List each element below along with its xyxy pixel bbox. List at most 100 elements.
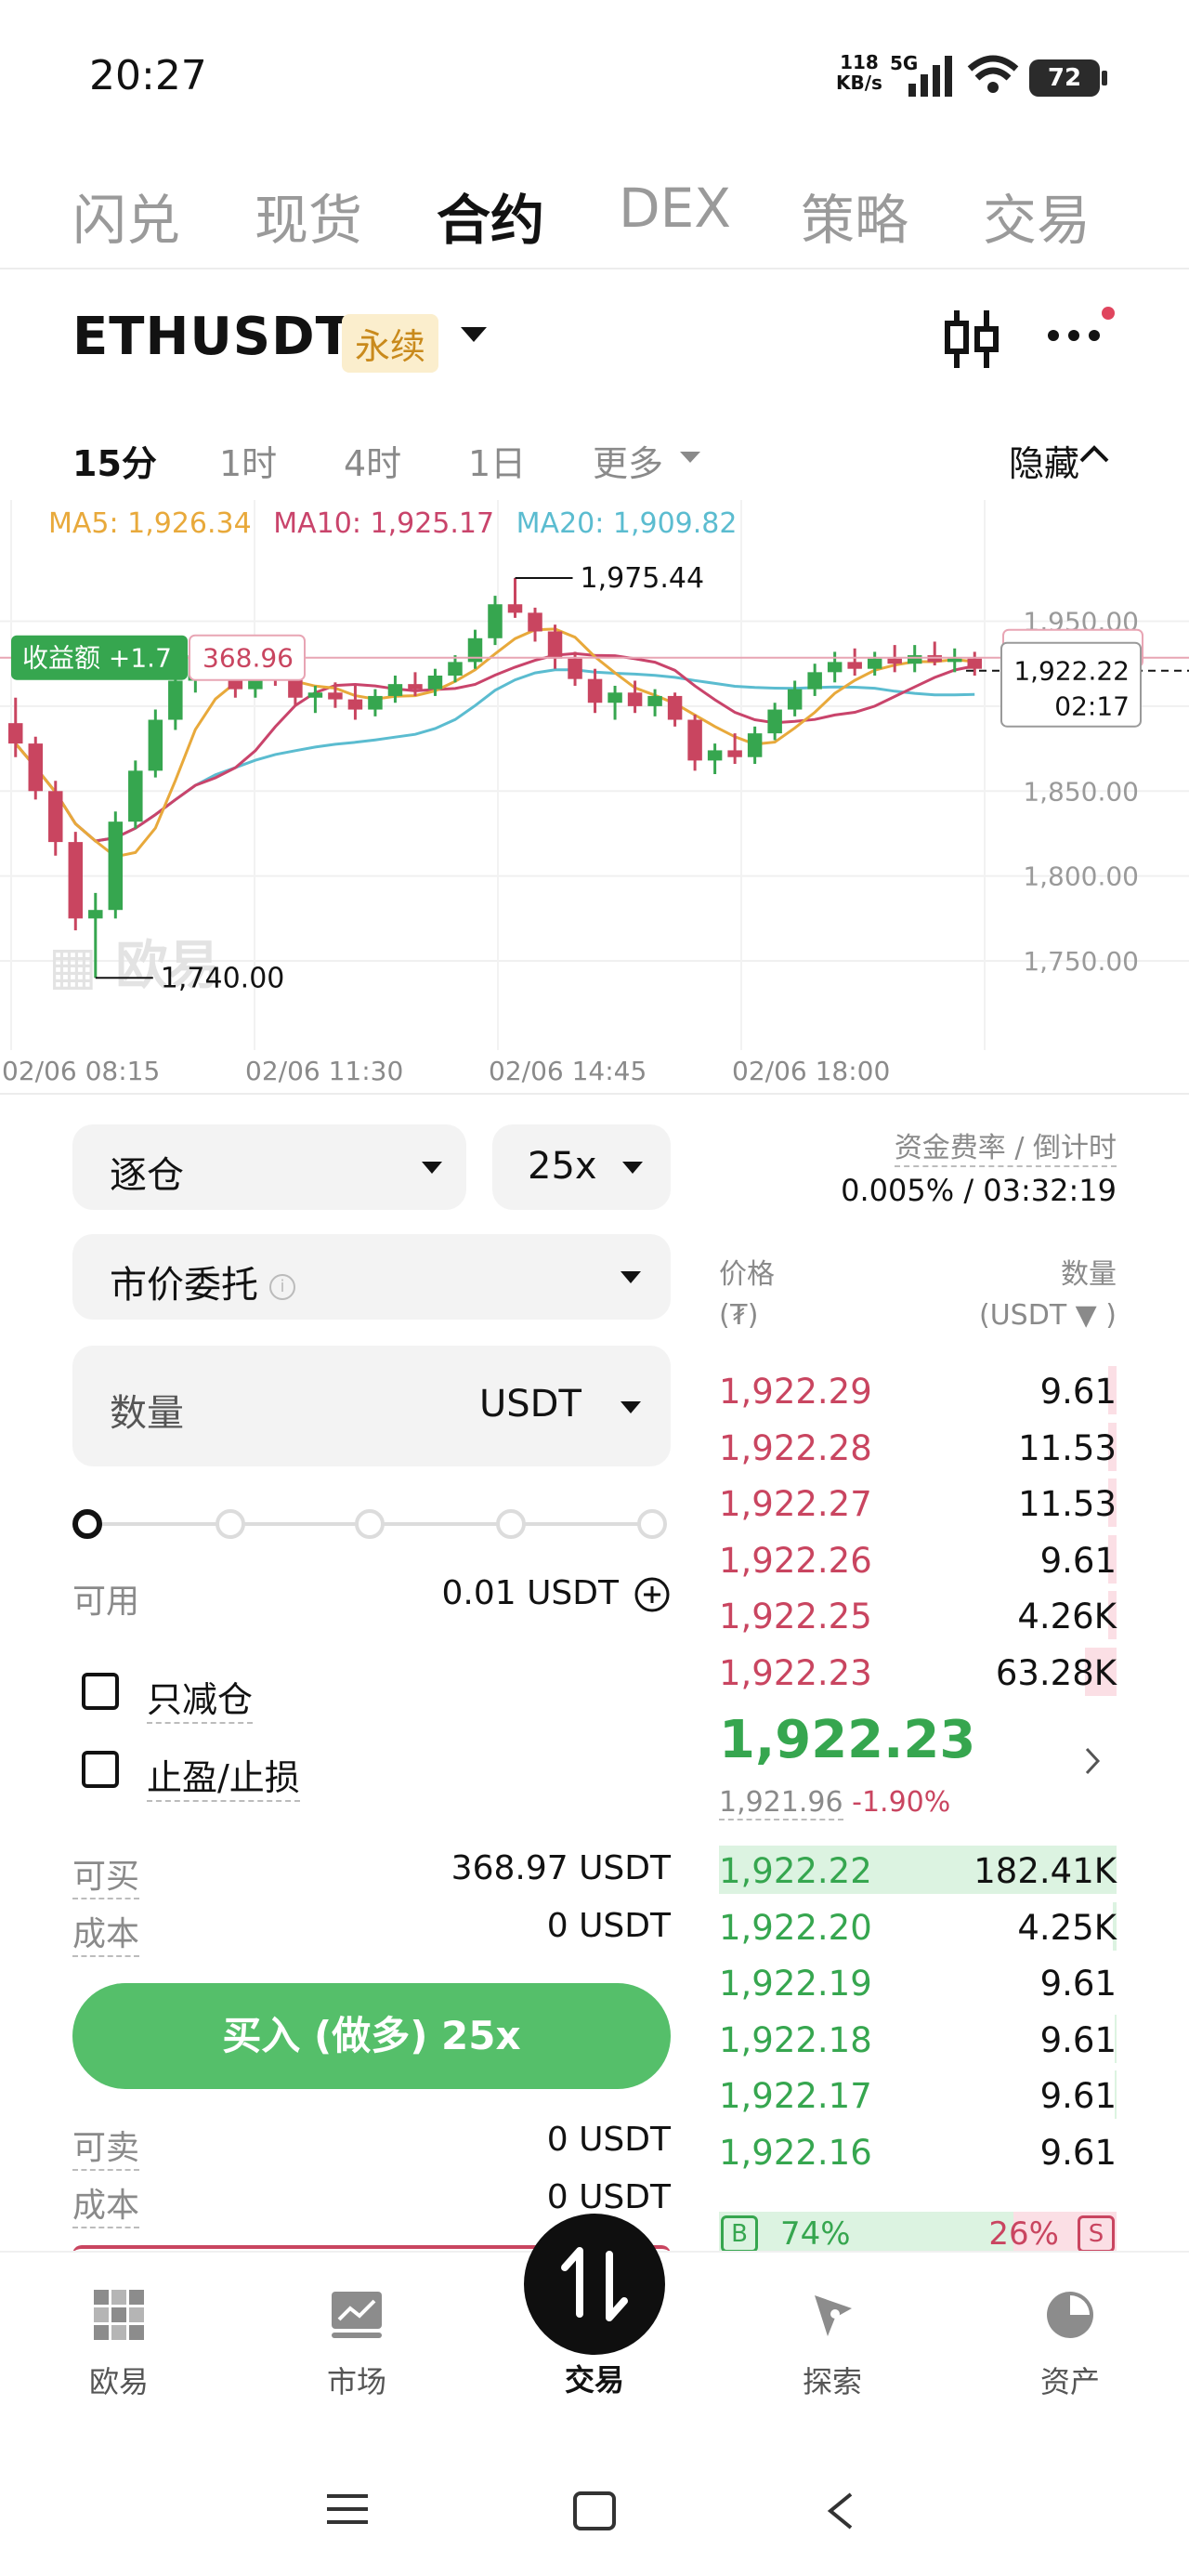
battery-indicator: 72 (1029, 59, 1107, 97)
bid-level-row[interactable]: 1,922.17 9.61 (719, 2070, 1117, 2119)
slider-step[interactable] (355, 1509, 385, 1539)
tab-dex[interactable]: DEX (619, 177, 731, 240)
network-speed: 118 KB/s (836, 52, 882, 93)
bid-level-row[interactable]: 1,922.16 9.61 (719, 2127, 1117, 2175)
chevron-right-icon[interactable] (1083, 1745, 1102, 1777)
index-price: 1,921.96 (719, 1786, 843, 1820)
info-icon[interactable]: i (269, 1274, 295, 1300)
level-price: 1,922.28 (719, 1427, 872, 1468)
add-funds-icon[interactable] (634, 1576, 671, 1613)
quantity-header[interactable]: 数量 (USDT ▼ ) (979, 1255, 1117, 1336)
candle-body (8, 723, 23, 744)
available-label: 可用 (72, 1583, 140, 1621)
status-bar: 20:27 118 KB/s 5G 72 (0, 0, 1189, 139)
tp-sl-checkbox[interactable] (82, 1751, 119, 1788)
nav-trade[interactable]: 交易 (520, 2357, 669, 2399)
symbol-dropdown-icon[interactable] (461, 327, 487, 342)
quantity-slider[interactable] (72, 1505, 671, 1543)
tab-flash-swap[interactable]: 闪兑 (72, 177, 180, 255)
bid-level-row[interactable]: 1,922.22 182.41K (719, 1846, 1117, 1894)
slider-step[interactable] (216, 1509, 245, 1539)
can-sell-row: 可卖 0 USDT (72, 2121, 671, 2171)
tp-sl-label[interactable]: 止盈/止损 (147, 1749, 300, 1802)
bid-level-row[interactable]: 1,922.18 9.61 (719, 2014, 1117, 2063)
wifi-icon (967, 55, 1019, 93)
perpetual-badge: 永续 (342, 314, 439, 373)
margin-mode-select[interactable]: 逐仓 (72, 1124, 466, 1210)
ask-level-row[interactable]: 1,922.28 11.53 (719, 1422, 1117, 1471)
available-row: 可用 0.01 USDT (72, 1574, 671, 1621)
tab-strategy[interactable]: 策略 (801, 177, 908, 255)
level-price: 1,922.18 (719, 2019, 872, 2060)
reduce-only-label[interactable]: 只减仓 (147, 1671, 254, 1724)
change-percent: -1.90% (852, 1786, 951, 1819)
nav-okx[interactable]: 欧易 (45, 2290, 193, 2401)
level-quantity: 9.61 (1039, 2076, 1117, 2116)
menu-icon[interactable] (325, 2491, 370, 2528)
slider-thumb[interactable] (72, 1509, 102, 1539)
symbol-name[interactable]: ETHUSDT (72, 307, 352, 367)
chevron-up-icon[interactable] (1078, 442, 1111, 465)
nav-assets[interactable]: 资产 (996, 2290, 1144, 2401)
ask-level-row[interactable]: 1,922.25 4.26K (719, 1591, 1117, 1639)
candle-body (448, 662, 463, 676)
ask-level-row[interactable]: 1,922.23 63.28K (719, 1647, 1117, 1696)
interval-1d[interactable]: 1日 (468, 435, 526, 486)
buy-long-button[interactable]: 买入 (做多) 25x (72, 1983, 671, 2089)
interval-1h[interactable]: 1时 (219, 435, 277, 486)
can-sell-label: 可卖 (72, 2121, 140, 2171)
level-price: 1,922.29 (719, 1372, 872, 1412)
slider-step[interactable] (496, 1509, 526, 1539)
level-quantity: 4.25K (1017, 1907, 1117, 1948)
hide-chart-button[interactable]: 隐藏 (1009, 435, 1079, 486)
tab-spot[interactable]: 现货 (255, 177, 362, 255)
interval-more[interactable]: 更多 (593, 435, 663, 486)
level-price: 1,922.23 (719, 1652, 872, 1693)
bid-level-row[interactable]: 1,922.19 9.61 (719, 1958, 1117, 2006)
tab-futures[interactable]: 合约 (437, 177, 544, 255)
candle-body (927, 655, 942, 663)
candle-body (288, 678, 303, 698)
assets-pie-icon (1047, 2292, 1093, 2338)
bid-level-row[interactable]: 1,922.20 4.25K (719, 1901, 1117, 1951)
back-icon[interactable] (823, 2491, 856, 2531)
candle-body (647, 695, 662, 706)
level-price: 1,922.25 (719, 1597, 872, 1636)
funding-rate-value: 0.005% / 03:32:19 (841, 1173, 1117, 1208)
funding-rate-label[interactable]: 资金费率 / 倒计时 (894, 1124, 1117, 1167)
last-price: 1,922.23 (719, 1710, 976, 1770)
quantity-unit[interactable]: USDT (479, 1383, 581, 1426)
home-icon[interactable] (572, 2491, 617, 2531)
level-price: 1,922.19 (719, 1964, 872, 2004)
interval-4h[interactable]: 4时 (344, 435, 401, 486)
chevron-down-icon (422, 1162, 442, 1174)
interval-bar: 15分 1时 4时 1日 更多 隐藏 (0, 418, 1189, 493)
candle-body (168, 680, 183, 720)
candle-body (48, 791, 63, 843)
candle-body (687, 719, 702, 761)
more-options-icon[interactable] (1048, 327, 1109, 345)
candle-body (128, 770, 143, 822)
ask-level-row[interactable]: 1,922.26 9.61 (719, 1534, 1117, 1584)
tab-trading[interactable]: 交易 (983, 177, 1122, 255)
ask-level-row[interactable]: 1,922.27 11.53 (719, 1479, 1117, 1527)
nav-explore[interactable]: 探索 (758, 2290, 907, 2401)
interval-15m[interactable]: 15分 (72, 435, 157, 486)
nav-market-label: 市场 (326, 2364, 386, 2399)
price-chart[interactable]: MA5: 1,926.34 MA10: 1,925.17 MA20: 1,909… (0, 500, 1189, 1095)
candle-body (767, 709, 782, 734)
ask-level-row[interactable]: 1,922.29 9.61 (719, 1366, 1117, 1414)
candle-body (947, 658, 962, 663)
low-price-label: 1,740.00 (161, 962, 285, 994)
candle-body (827, 662, 843, 673)
quantity-field[interactable]: 数量 USDT (72, 1346, 671, 1466)
reduce-only-checkbox[interactable] (82, 1673, 119, 1710)
candlestick-chart-icon[interactable] (942, 307, 1001, 372)
slider-step[interactable] (637, 1509, 667, 1539)
nav-market[interactable]: 市场 (282, 2290, 431, 2401)
leverage-select[interactable]: 25x (492, 1124, 671, 1210)
candle-body (727, 750, 742, 757)
trade-fab-button[interactable] (524, 2214, 665, 2355)
level-price: 1,922.26 (719, 1540, 872, 1581)
order-type-select[interactable]: 市价委托 i (72, 1234, 671, 1320)
